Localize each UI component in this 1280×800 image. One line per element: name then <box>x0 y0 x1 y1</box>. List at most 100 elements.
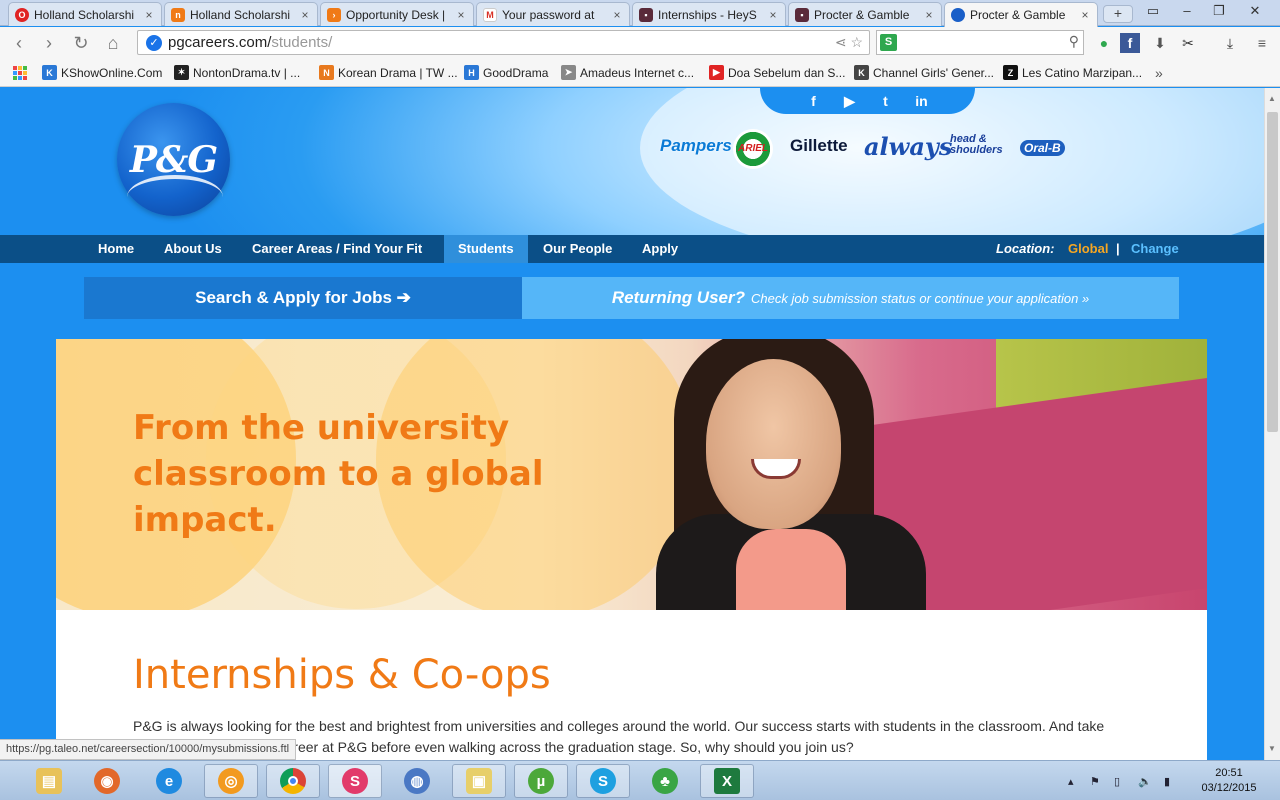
page-scrollbar[interactable]: ▲ ▼ <box>1264 88 1280 760</box>
bookmark-item[interactable]: K KShowOnline.Com <box>42 65 162 80</box>
bookmark-item[interactable]: ➤ Amadeus Internet c... <box>561 65 694 80</box>
close-tab-icon[interactable]: × <box>1079 8 1091 22</box>
close-window-icon[interactable]: ✕ <box>1244 3 1266 19</box>
z-site-icon: Z <box>1003 65 1018 80</box>
extension-icon[interactable]: ⬇ <box>1150 33 1170 53</box>
folder-icon[interactable]: ▣ <box>452 764 506 798</box>
close-tab-icon[interactable]: × <box>143 8 155 22</box>
nav-about-us[interactable]: About Us <box>150 235 236 263</box>
search-apply-jobs-button[interactable]: Search & Apply for Jobs ➔ <box>84 277 522 319</box>
bookmark-item[interactable]: K Channel Girls' Gener... <box>854 65 994 80</box>
scroll-down-icon[interactable]: ▼ <box>1268 744 1276 753</box>
browser-tab[interactable]: › Opportunity Desk | × <box>320 2 474 26</box>
returning-user-title: Returning User? <box>611 288 745 307</box>
url-path: students/ <box>271 34 333 51</box>
browser-tab[interactable]: M Your password at × <box>476 2 630 26</box>
search-extension-box[interactable]: S ⚲ <box>876 30 1084 55</box>
location-change-link[interactable]: Change <box>1131 235 1179 263</box>
facebook-icon[interactable]: f <box>1120 33 1140 53</box>
share-star-icons[interactable]: ⋖ ☆ <box>835 34 863 51</box>
close-tab-icon[interactable]: × <box>767 8 779 22</box>
restore-icon[interactable]: ❐ <box>1208 3 1230 19</box>
pg-logo[interactable]: P&G <box>117 103 230 216</box>
facebook-icon[interactable]: f <box>805 93 823 109</box>
bookmark-item[interactable]: N Korean Drama | TW ... <box>319 65 458 80</box>
chromium-icon[interactable]: ◍ <box>390 764 444 798</box>
opportunity-desk-icon: › <box>327 7 341 22</box>
browser-tab[interactable]: O Holland Scholarshi × <box>8 2 162 26</box>
pampers-logo[interactable]: Pampers <box>660 136 732 156</box>
youtube-icon: ▶ <box>709 65 724 80</box>
volume-icon[interactable]: 🔈 <box>1138 775 1152 788</box>
always-logo[interactable]: always <box>864 132 952 161</box>
nav-home[interactable]: Home <box>84 235 148 263</box>
reload-icon[interactable]: ↻ <box>70 32 92 54</box>
scissors-icon[interactable]: ✂ <box>1178 33 1198 53</box>
site-header: P&G f ▶ t in Pampers ARIEL Gillette alwa… <box>0 88 1264 235</box>
youtube-icon[interactable]: ▶ <box>841 93 859 110</box>
forward-icon[interactable]: › <box>38 32 60 54</box>
twitter-icon[interactable]: t <box>877 93 895 109</box>
bookmark-item[interactable]: H GoodDrama <box>464 65 548 80</box>
media-player-icon[interactable]: ◎ <box>204 764 258 798</box>
scrollbar-thumb[interactable] <box>1267 112 1278 432</box>
network-adapter-icon[interactable]: ▯ <box>1114 775 1120 788</box>
tray-expand-icon[interactable]: ▴ <box>1068 775 1074 788</box>
nav-students[interactable]: Students <box>444 235 528 263</box>
tab-label: Internships - HeyS <box>658 7 757 22</box>
excel-icon[interactable]: X <box>700 764 754 798</box>
bookmark-item[interactable]: Z Les Catino Marzipan... <box>1003 65 1142 80</box>
home-icon[interactable]: ⌂ <box>102 32 124 54</box>
social-bar: f ▶ t in <box>760 88 975 114</box>
firefox-like-icon[interactable]: ◉ <box>80 764 134 798</box>
scroll-up-icon[interactable]: ▲ <box>1268 94 1276 103</box>
gillette-logo[interactable]: Gillette <box>790 136 848 156</box>
browser-tab[interactable]: ▪ Internships - HeyS × <box>632 2 786 26</box>
skype-icon[interactable]: S <box>576 764 630 798</box>
returning-user-text: Check job submission status or continue … <box>751 290 1090 306</box>
search-icon[interactable]: ⚲ <box>1069 33 1079 50</box>
speech-icon[interactable]: ▭ <box>1142 3 1164 19</box>
browser-tab-active[interactable]: Procter & Gamble × <box>944 2 1098 27</box>
minimize-icon[interactable]: – <box>1176 3 1198 18</box>
file-explorer-icon[interactable]: ▤ <box>22 764 76 798</box>
bookmark-label: Les Catino Marzipan... <box>1022 65 1143 80</box>
bookmark-item[interactable]: ✶ NontonDrama.tv | ... <box>174 65 300 80</box>
utorrent-icon[interactable]: µ <box>514 764 568 798</box>
more-bookmarks-icon[interactable]: » <box>1155 65 1163 81</box>
oral-b-logo[interactable]: Oral-B <box>1020 140 1065 156</box>
clover-icon[interactable]: ♣ <box>638 764 692 798</box>
close-tab-icon[interactable]: × <box>299 8 311 22</box>
ariel-logo[interactable]: ARIEL <box>733 129 773 169</box>
nav-career-areas[interactable]: Career Areas / Find Your Fit <box>238 235 436 263</box>
linkedin-icon[interactable]: in <box>913 93 931 109</box>
internet-explorer-icon[interactable]: e <box>142 764 196 798</box>
chrome-icon[interactable] <box>266 764 320 798</box>
whatsapp-icon[interactable]: ● <box>1094 33 1114 53</box>
logo-text: P&G <box>129 138 218 181</box>
back-icon[interactable]: ‹ <box>8 32 30 54</box>
head-shoulders-logo[interactable]: head & shoulders <box>950 134 1008 156</box>
new-tab-button[interactable]: + <box>1103 5 1133 23</box>
app-swirl-icon[interactable]: S <box>328 764 382 798</box>
address-bar[interactable]: ✓ pgcareers.com/students/ ⋖ ☆ <box>137 30 870 55</box>
close-tab-icon[interactable]: × <box>455 8 467 22</box>
system-clock[interactable]: 20:51 03/12/2015 <box>1196 766 1262 796</box>
close-tab-icon[interactable]: × <box>923 8 935 22</box>
nav-apply[interactable]: Apply <box>628 235 692 263</box>
apps-icon[interactable] <box>13 66 27 80</box>
secure-check-icon: ✓ <box>146 34 162 51</box>
browser-tab[interactable]: ▪ Procter & Gamble × <box>788 2 942 26</box>
amadeus-icon: ➤ <box>561 65 576 80</box>
nav-our-people[interactable]: Our People <box>529 235 626 263</box>
browser-tab[interactable]: n Holland Scholarshi × <box>164 2 318 26</box>
returning-user-button[interactable]: Returning User? Check job submission sta… <box>522 277 1179 319</box>
download-icon[interactable]: ⤓ <box>1220 33 1240 53</box>
signal-icon[interactable]: ▮ <box>1164 775 1170 788</box>
search-engine-icon[interactable]: S <box>880 34 897 51</box>
action-center-icon[interactable]: ⚑ <box>1090 775 1100 788</box>
close-tab-icon[interactable]: × <box>611 8 623 22</box>
korean-drama-icon: N <box>319 65 334 80</box>
bookmark-item[interactable]: ▶ Doa Sebelum dan S... <box>709 65 845 80</box>
menu-icon[interactable]: ≡ <box>1252 33 1272 53</box>
